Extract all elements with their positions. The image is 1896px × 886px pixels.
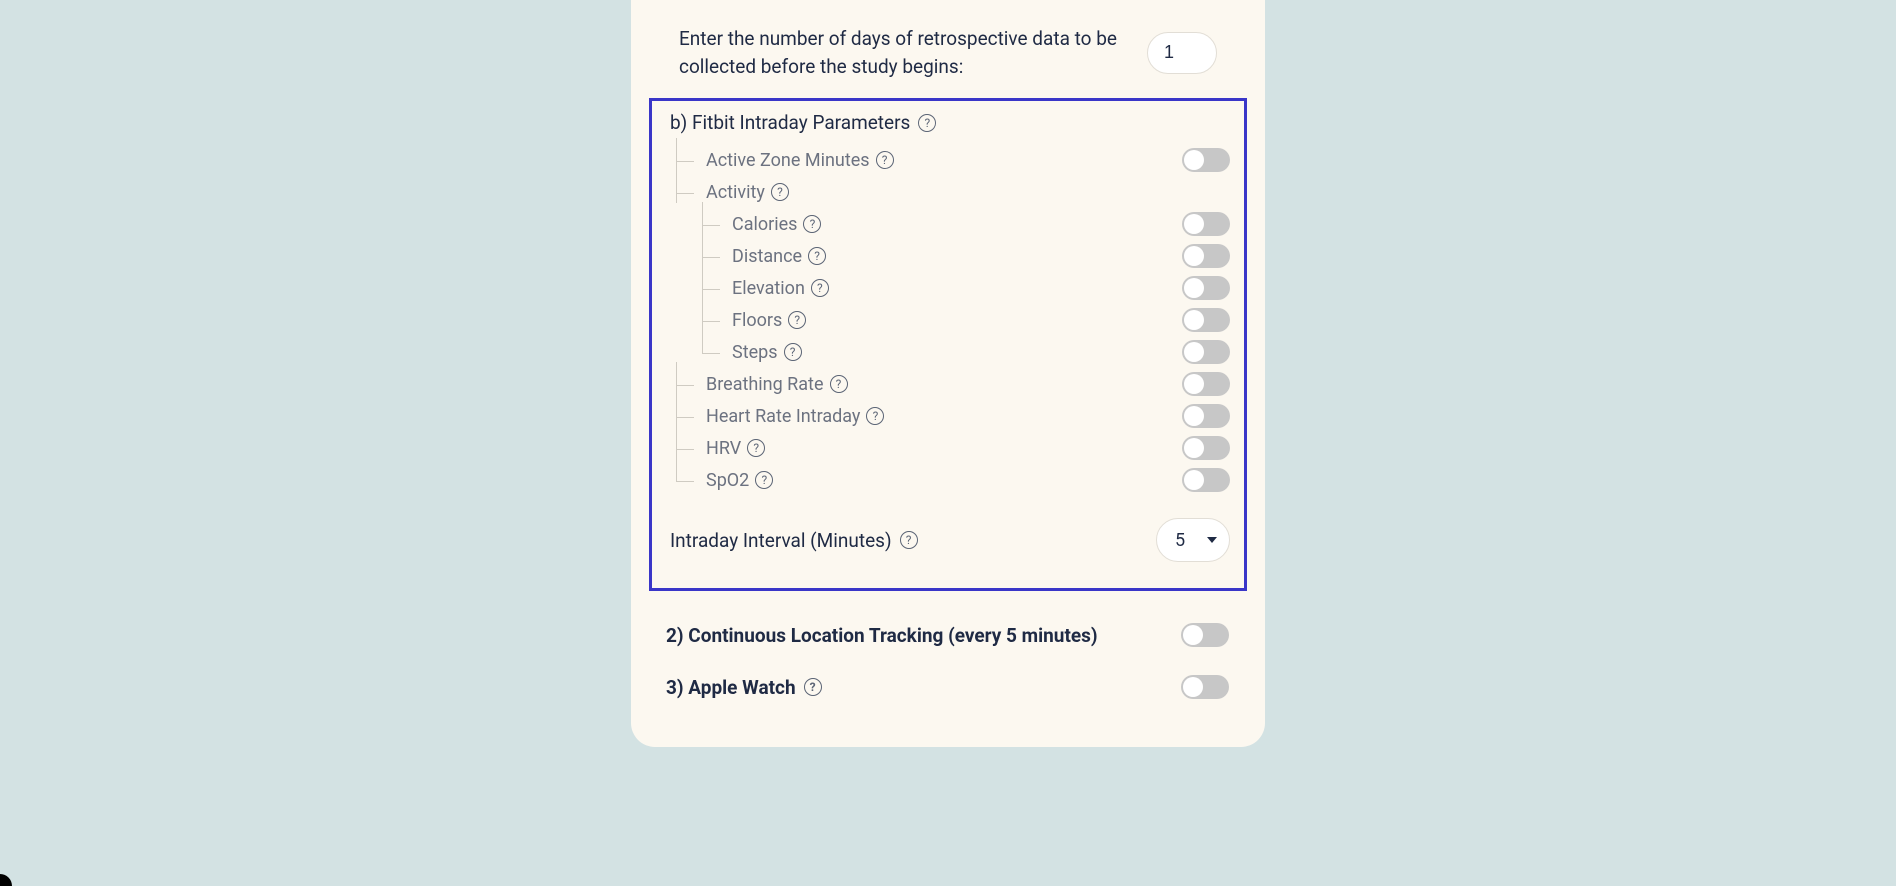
settings-panel: Enter the number of days of retrospectiv… xyxy=(631,0,1265,747)
help-icon[interactable]: ? xyxy=(803,215,821,233)
toggle-calories[interactable] xyxy=(1182,212,1230,236)
retrospective-days-input[interactable] xyxy=(1147,32,1217,74)
help-icon[interactable]: ? xyxy=(866,407,884,425)
help-icon[interactable]: ? xyxy=(788,311,806,329)
intraday-interval-select[interactable]: 5 xyxy=(1156,518,1230,562)
param-label: Floors xyxy=(732,310,782,331)
toggle-hrv[interactable] xyxy=(1182,436,1230,460)
param-label: Steps xyxy=(732,342,778,363)
intraday-interval-value: 5 xyxy=(1175,530,1185,551)
fitbit-tree: Active Zone Minutes ? Activity ? Calorie… xyxy=(676,144,1232,496)
param-elevation: Elevation ? xyxy=(702,272,1232,304)
toggle-steps[interactable] xyxy=(1182,340,1230,364)
fitbit-intraday-title: b) Fitbit Intraday Parameters xyxy=(670,111,910,134)
help-icon[interactable]: ? xyxy=(804,678,822,696)
param-label: Calories xyxy=(732,214,797,235)
toggle-heart-rate-intraday[interactable] xyxy=(1182,404,1230,428)
toggle-breathing-rate[interactable] xyxy=(1182,372,1230,396)
help-icon[interactable]: ? xyxy=(771,183,789,201)
help-icon[interactable]: ? xyxy=(900,531,918,549)
param-label: Heart Rate Intraday xyxy=(706,406,860,427)
param-label: Active Zone Minutes xyxy=(706,150,870,171)
fitbit-intraday-title-row: b) Fitbit Intraday Parameters ? xyxy=(670,111,1232,134)
param-label: Activity xyxy=(706,182,765,203)
toggle-elevation[interactable] xyxy=(1182,276,1230,300)
help-icon[interactable]: ? xyxy=(876,151,894,169)
help-icon[interactable]: ? xyxy=(784,343,802,361)
help-icon[interactable]: ? xyxy=(747,439,765,457)
param-heart-rate-intraday: Heart Rate Intraday ? xyxy=(676,400,1232,432)
retrospective-days-row: Enter the number of days of retrospectiv… xyxy=(649,25,1247,80)
corner-artifact xyxy=(0,874,12,886)
toggle-continuous-location[interactable] xyxy=(1181,623,1229,647)
chevron-down-icon xyxy=(1207,537,1217,543)
param-breathing-rate: Breathing Rate ? xyxy=(676,368,1232,400)
help-icon[interactable]: ? xyxy=(811,279,829,297)
toggle-apple-watch[interactable] xyxy=(1181,675,1229,699)
param-label: SpO2 xyxy=(706,470,749,491)
tree-branch-icon xyxy=(702,298,720,322)
section-label: 2) Continuous Location Tracking (every 5… xyxy=(666,624,1098,647)
section-apple-watch: 3) Apple Watch ? xyxy=(649,661,1247,713)
activity-subtree: Calories ? Distance ? El xyxy=(702,208,1232,368)
help-icon[interactable]: ? xyxy=(918,114,936,132)
help-icon[interactable]: ? xyxy=(830,375,848,393)
tree-branch-icon xyxy=(702,266,720,290)
intraday-interval-row: Intraday Interval (Minutes) ? 5 xyxy=(670,518,1232,562)
param-label: Breathing Rate xyxy=(706,374,824,395)
toggle-floors[interactable] xyxy=(1182,308,1230,332)
section-label: 3) Apple Watch xyxy=(666,676,796,699)
tree-branch-icon xyxy=(702,202,720,226)
param-floors: Floors ? xyxy=(702,304,1232,336)
tree-branch-icon xyxy=(702,234,720,258)
fitbit-intraday-box: b) Fitbit Intraday Parameters ? Active Z… xyxy=(649,98,1247,591)
toggle-spo2[interactable] xyxy=(1182,468,1230,492)
param-calories: Calories ? xyxy=(702,208,1232,240)
retrospective-days-label: Enter the number of days of retrospectiv… xyxy=(679,25,1147,80)
param-steps: Steps ? xyxy=(702,336,1232,368)
help-icon[interactable]: ? xyxy=(808,247,826,265)
tree-branch-icon xyxy=(676,394,694,418)
param-activity: Activity ? xyxy=(676,176,1232,208)
toggle-active-zone-minutes[interactable] xyxy=(1182,148,1230,172)
param-label: Distance xyxy=(732,246,802,267)
param-label: Elevation xyxy=(732,278,805,299)
param-label: HRV xyxy=(706,438,741,459)
tree-branch-icon xyxy=(676,138,694,162)
tree-branch-icon xyxy=(676,458,694,482)
param-spo2: SpO2 ? xyxy=(676,464,1232,496)
tree-branch-icon xyxy=(676,426,694,450)
toggle-distance[interactable] xyxy=(1182,244,1230,268)
param-active-zone-minutes: Active Zone Minutes ? xyxy=(676,144,1232,176)
tree-branch-icon xyxy=(702,330,720,354)
tree-branch-icon xyxy=(676,170,694,194)
section-continuous-location: 2) Continuous Location Tracking (every 5… xyxy=(649,609,1247,661)
help-icon[interactable]: ? xyxy=(755,471,773,489)
param-hrv: HRV ? xyxy=(676,432,1232,464)
intraday-interval-label: Intraday Interval (Minutes) xyxy=(670,529,892,552)
tree-branch-icon xyxy=(676,362,694,386)
param-distance: Distance ? xyxy=(702,240,1232,272)
